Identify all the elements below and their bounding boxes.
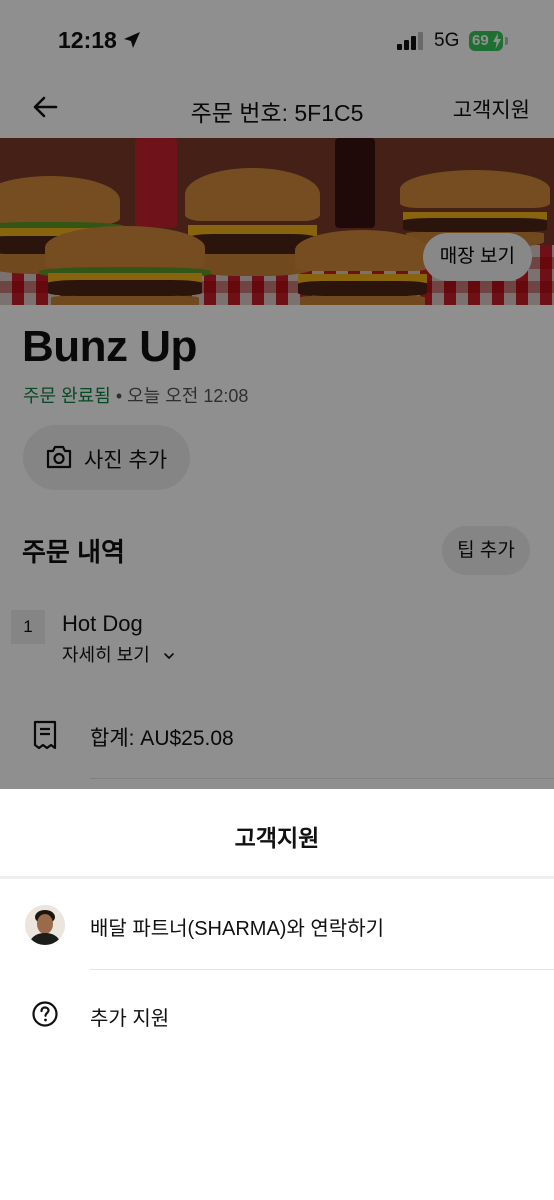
contact-courier-option[interactable]: 배달 파트너(SHARMA)와 연락하기 <box>0 879 554 970</box>
help-circle-icon <box>32 1001 58 1027</box>
more-help-label: 추가 지원 <box>90 1008 170 1030</box>
sheet-title: 고객지원 <box>234 825 320 851</box>
modal-backdrop[interactable] <box>0 0 554 789</box>
more-help-option[interactable]: 추가 지원 <box>0 969 554 1059</box>
support-bottom-sheet: 고객지원 배달 파트너(SHARMA)와 연락하기 추가 지원 <box>0 789 554 1200</box>
courier-avatar <box>25 905 65 945</box>
order-details-screen: 12:18 5G 69 주문 번호: 5F1C5 고객지원 매장 보기 Bunz… <box>0 0 554 1200</box>
contact-courier-label: 배달 파트너(SHARMA)와 연락하기 <box>90 918 384 940</box>
